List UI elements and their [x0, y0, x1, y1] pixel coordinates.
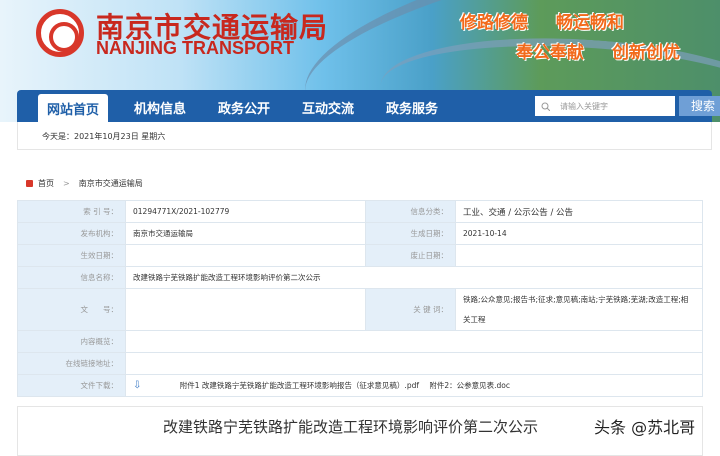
index-value: 01294771X/2021-102779 — [125, 200, 366, 223]
effective-label: 生效日期： — [17, 244, 126, 267]
effective-value — [125, 244, 366, 267]
attachment-1-link[interactable]: 附件1 改建铁路宁芜铁路扩能改造工程环境影响报告（征求意见稿）.pdf — [180, 381, 419, 390]
breadcrumb: 首页 > 南京市交通运输局 — [26, 178, 143, 189]
search-button[interactable]: 搜索 — [679, 96, 720, 116]
breadcrumb-current[interactable]: 南京市交通运输局 — [79, 178, 143, 189]
logo-icon[interactable] — [36, 9, 84, 57]
location-icon — [26, 180, 33, 187]
table-row: 索 引 号： 01294771X/2021-102779 信息分类： 工业、交通… — [17, 200, 703, 223]
publisher-value: 南京市交通运输局 — [125, 222, 366, 245]
table-row: 内容概览： — [17, 330, 703, 353]
nav-interaction[interactable]: 互动交流 — [302, 98, 354, 117]
breadcrumb-separator: > — [63, 179, 70, 188]
keywords-value: 铁路;公众意见;报告书;征求;意见稿;南站;宁芜铁路;芜湖;改造工程;相关工程 — [455, 288, 703, 331]
search-input[interactable]: 请输入关键字 — [535, 96, 675, 116]
publisher-label: 发布机构： — [17, 222, 126, 245]
summary-label: 内容概览： — [17, 330, 126, 353]
date-bar: 今天是：2021年10月23日 星期六 — [17, 122, 712, 150]
expire-label: 废止日期： — [365, 244, 456, 267]
download-value: ⇩ 附件1 改建铁路宁芜铁路扩能改造工程环境影响报告（征求意见稿）.pdf 附件… — [125, 374, 703, 397]
doc-label: 文 号： — [17, 288, 126, 331]
nav-home[interactable]: 网站首页 — [38, 94, 109, 124]
slogan: 创新创优 — [612, 43, 680, 63]
site-title-en: NANJING TRANSPORT — [96, 38, 295, 58]
created-label: 生成日期： — [365, 222, 456, 245]
keywords-label: 关 键 词： — [365, 288, 456, 331]
expire-value — [455, 244, 703, 267]
table-row: 在线链接地址： — [17, 352, 703, 375]
nav-services[interactable]: 政务服务 — [386, 98, 438, 117]
link-value — [125, 352, 703, 375]
info-table: 索 引 号： 01294771X/2021-102779 信息分类： 工业、交通… — [17, 200, 703, 397]
table-row: 发布机构： 南京市交通运输局 生成日期： 2021-10-14 — [17, 222, 703, 245]
today-date: 今天是：2021年10月23日 星期六 — [42, 132, 166, 141]
slogan: 修路修德 — [460, 13, 528, 33]
table-row: 信息名称： 改建铁路宁芜铁路扩能改造工程环境影响评价第二次公示 — [17, 266, 703, 289]
download-icon[interactable]: ⇩ — [133, 380, 141, 391]
table-row: 文件下载： ⇩ 附件1 改建铁路宁芜铁路扩能改造工程环境影响报告（征求意见稿）.… — [17, 374, 703, 397]
download-label: 文件下载： — [17, 374, 126, 397]
category-value: 工业、交通 / 公示公告 / 公告 — [455, 200, 703, 223]
search-placeholder: 请输入关键字 — [560, 101, 608, 111]
nav-gov-affairs[interactable]: 政务公开 — [218, 98, 270, 117]
main-nav: 网站首页 机构信息 政务公开 互动交流 政务服务 请输入关键字 搜索 — [17, 90, 720, 124]
table-row: 文 号： 关 键 词： 铁路;公众意见;报告书;征求;意见稿;南站;宁芜铁路;芜… — [17, 288, 703, 331]
summary-value — [125, 330, 703, 353]
name-label: 信息名称： — [17, 266, 126, 289]
category-label: 信息分类： — [365, 200, 456, 223]
article-title: 改建铁路宁芜铁路扩能改造工程环境影响评价第二次公示 — [163, 418, 539, 436]
table-row: 生效日期： 废止日期： — [17, 244, 703, 267]
breadcrumb-home[interactable]: 首页 — [38, 178, 54, 189]
slogan: 奉公奉献 — [516, 43, 584, 63]
search-icon — [541, 102, 550, 111]
slogan: 畅运畅和 — [556, 13, 624, 33]
name-value: 改建铁路宁芜铁路扩能改造工程环境影响评价第二次公示 — [125, 266, 703, 289]
watermark: 头条 @苏北哥 — [590, 414, 700, 438]
index-label: 索 引 号： — [17, 200, 126, 223]
link-label: 在线链接地址： — [17, 352, 126, 375]
created-value: 2021-10-14 — [455, 222, 703, 245]
doc-value — [125, 288, 366, 331]
nav-organization[interactable]: 机构信息 — [134, 98, 186, 117]
attachment-2-link[interactable]: 附件2：公参意见表.doc — [429, 381, 510, 390]
